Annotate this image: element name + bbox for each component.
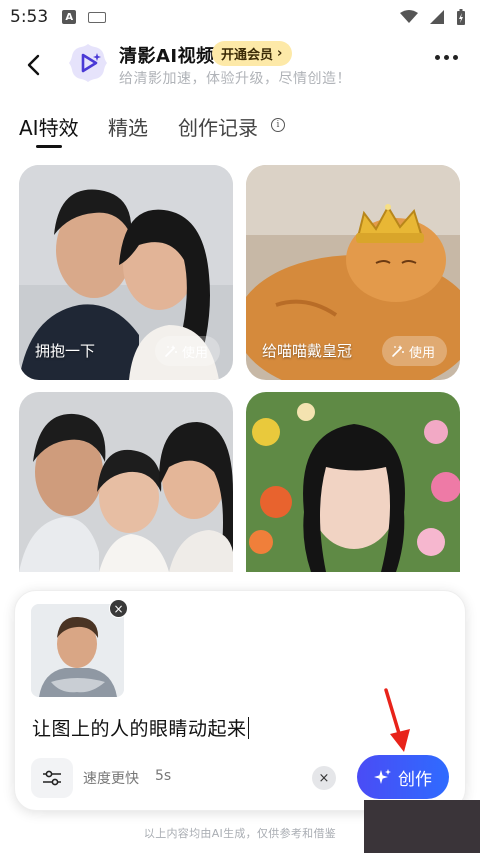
app-title: 清影AI视频 (119, 46, 215, 67)
magic-wand-icon (165, 345, 177, 357)
family-photo (19, 392, 233, 572)
tab-creation-history[interactable]: 创作记录 (178, 112, 258, 141)
create-button[interactable]: 创作 (357, 755, 449, 799)
speed-mode-label[interactable]: 速度更快 (83, 768, 139, 788)
prompt-text: 让图上的人的眼睛动起来 (32, 718, 247, 740)
signal-icon (430, 10, 444, 24)
tab-featured[interactable]: 精选 (108, 112, 148, 141)
active-tab-indicator (36, 145, 62, 148)
effect-card-hug[interactable]: 拥抱一下 使用 (19, 165, 233, 380)
a-indicator-icon: A (62, 10, 77, 24)
keyboard-icon (88, 11, 107, 23)
chevron-left-icon (27, 54, 40, 76)
use-label: 使用 (408, 345, 435, 361)
sparkle-icon (374, 769, 391, 784)
card-label: 拥抱一下 (35, 342, 96, 360)
app-logo-icon (69, 44, 107, 82)
status-bar: 5:53 A (0, 0, 480, 34)
man-portrait-photo (31, 604, 124, 697)
clear-prompt-button[interactable]: × (312, 766, 336, 790)
chevron-right-icon: › (277, 46, 283, 61)
settings-button[interactable] (31, 758, 73, 798)
more-options-button[interactable] (435, 55, 458, 60)
text-cursor (247, 717, 250, 739)
wifi-icon (400, 10, 418, 23)
prompt-input[interactable]: 让图上的人的眼睛动起来 (32, 714, 250, 741)
tab-ai-effects[interactable]: AI特效 (19, 112, 79, 141)
dot-icon (453, 55, 458, 60)
vip-label: 开通会员 (221, 48, 274, 63)
dot-icon (444, 55, 449, 60)
info-icon[interactable]: i (271, 118, 285, 132)
use-button[interactable]: 使用 (154, 336, 220, 366)
back-button[interactable] (18, 50, 48, 80)
battery-icon (457, 9, 465, 25)
tab-bar: AI特效 精选 创作记录 i (0, 104, 480, 152)
uploaded-image-thumbnail[interactable] (31, 604, 124, 697)
sliders-icon (43, 770, 61, 786)
app-subtitle: 给清影加速，体验升级，尽情创造！ (119, 71, 351, 87)
annotation-arrow-icon (384, 688, 410, 752)
create-label: 创作 (398, 769, 432, 790)
card-label: 给喵喵戴皇冠 (262, 342, 353, 360)
remove-image-button[interactable]: × (109, 599, 128, 618)
ai-disclaimer: 以上内容均由AI生成，仅供参考和借鉴 (143, 827, 337, 840)
dot-icon (435, 55, 440, 60)
duration-value[interactable]: 5s (155, 768, 171, 784)
use-button[interactable]: 使用 (381, 336, 447, 366)
status-time: 5:53 (10, 7, 49, 27)
effect-card-family[interactable] (19, 392, 233, 572)
effect-card-cat-crown[interactable]: 给喵喵戴皇冠 使用 (246, 165, 460, 380)
girl-flowers-photo (246, 392, 460, 572)
effect-card-girl-flowers[interactable] (246, 392, 460, 572)
app-header: 清影AI视频 开通会员 › 给清影加速，体验升级，尽情创造！ (0, 34, 480, 96)
magic-wand-icon (392, 345, 404, 357)
use-label: 使用 (181, 345, 208, 361)
vip-button[interactable]: 开通会员 › (212, 41, 293, 66)
